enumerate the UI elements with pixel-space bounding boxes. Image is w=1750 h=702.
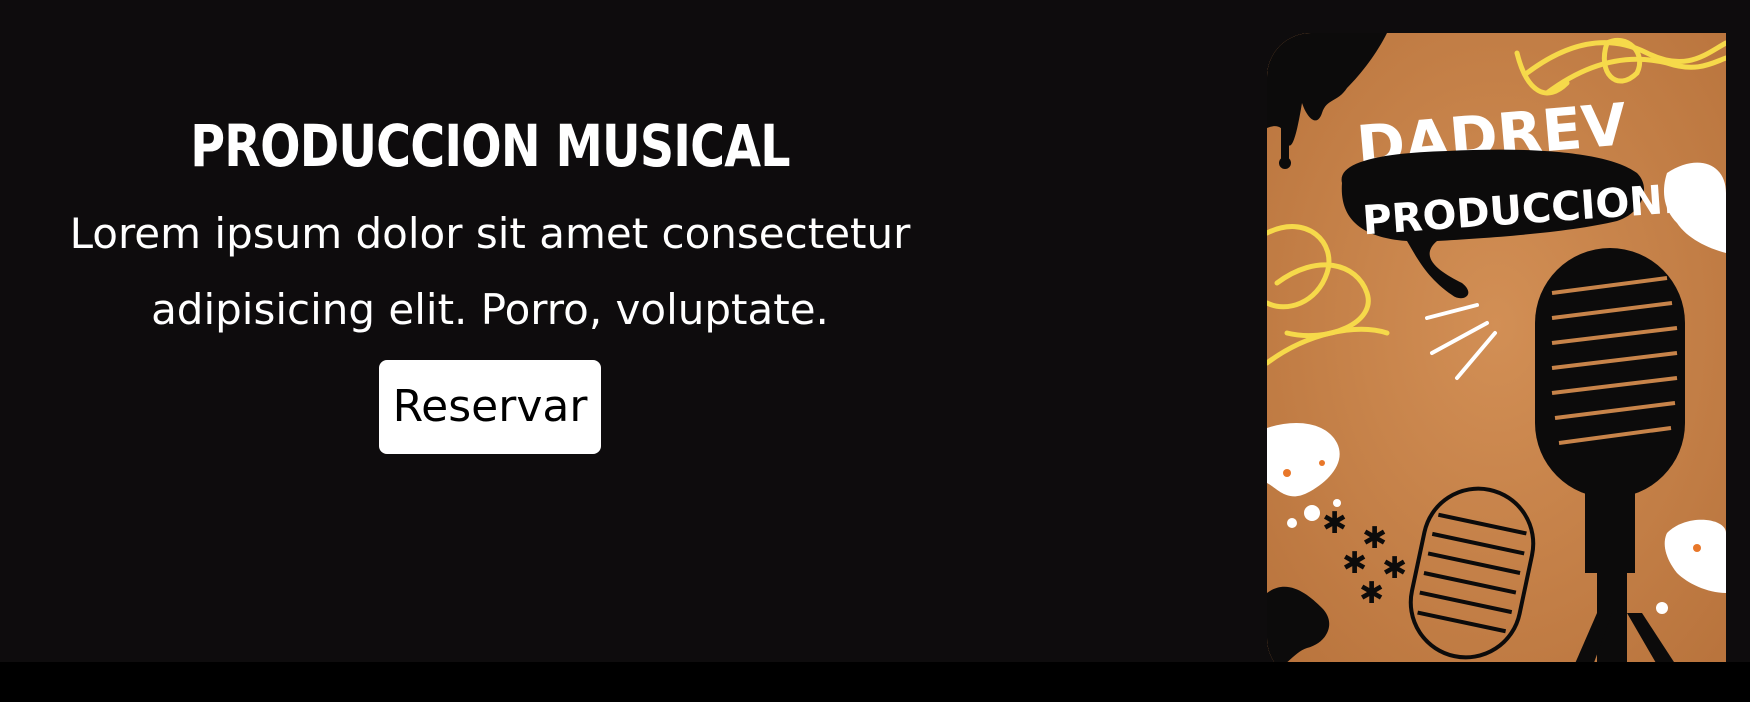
- hero-text-block: PRODUCCION MUSICAL Lorem ipsum dolor sit…: [0, 100, 980, 454]
- bottom-bar: [0, 662, 1750, 702]
- hero-section: PRODUCCION MUSICAL Lorem ipsum dolor sit…: [0, 0, 1750, 682]
- hero-title: PRODUCCION MUSICAL: [190, 112, 790, 180]
- svg-text:✱: ✱: [1322, 506, 1347, 541]
- svg-text:✱: ✱: [1359, 576, 1384, 611]
- reservar-button[interactable]: Reservar: [378, 360, 602, 454]
- microphone-poster-illustration: DADREV PRODUCCIONES ✱ ✱ ✱ ✱ ✱: [1267, 33, 1726, 682]
- svg-text:✱: ✱: [1382, 551, 1407, 586]
- hero-description: Lorem ipsum dolor sit amet consectetur a…: [69, 209, 911, 334]
- poster-image: DADREV PRODUCCIONES ✱ ✱ ✱ ✱ ✱: [1267, 33, 1726, 682]
